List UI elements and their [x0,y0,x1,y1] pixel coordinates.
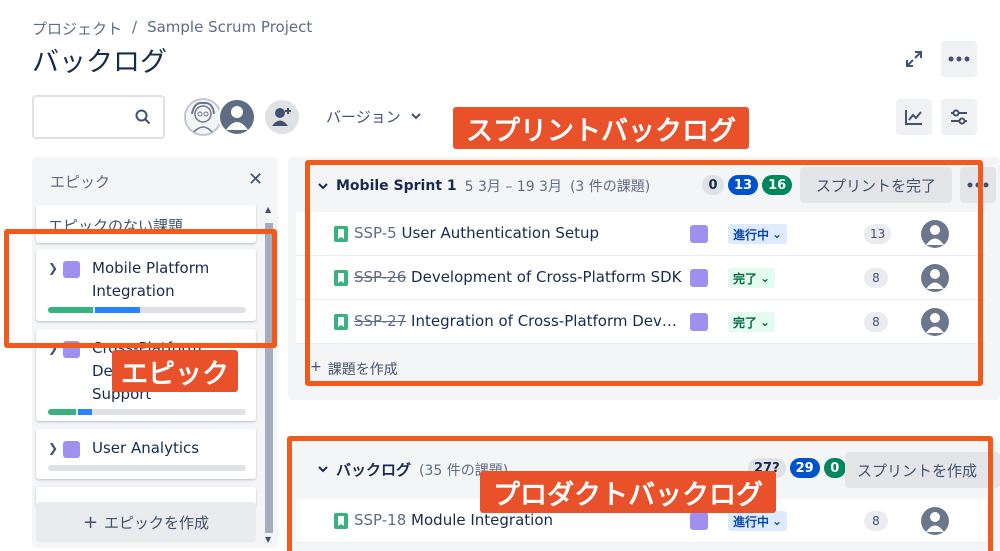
epic-name: User Analytics [92,439,200,457]
version-filter[interactable]: バージョン [326,106,421,127]
chevron-down-icon [410,113,421,120]
create-epic-label: エピックを作成 [104,513,210,532]
breadcrumb: プロジェクト / Sample Scrum Project [32,18,312,39]
search-input[interactable] [32,95,165,139]
add-person-icon [272,108,291,126]
expand-icon [906,51,922,67]
epic-panel-title: エピック [50,173,111,191]
sprint-backlog-annotation: スプリントバックログ [453,107,749,149]
chart-trend-icon [905,110,922,125]
epic-annotation: エピック [112,350,238,392]
product-backlog-annotation: プロダクトバックログ [480,471,776,513]
sprint-backlog-outline [305,160,983,386]
person-icon [226,106,248,130]
more-actions-button[interactable] [941,41,977,77]
avatar-user-illustration[interactable] [184,98,222,136]
epic-outline [4,229,277,348]
face-illustration-icon [191,101,215,133]
chevron-right-icon[interactable]: ❯ [48,441,58,455]
epic-card-user-analytics[interactable]: ❯ User Analytics [36,429,256,479]
sliders-icon [951,109,967,125]
version-filter-label: バージョン [326,108,401,126]
add-people-button[interactable] [265,100,299,134]
breadcrumb-project-link[interactable]: Sample Scrum Project [147,18,312,39]
plus-icon: + [82,511,99,533]
search-icon [135,109,151,125]
insights-button[interactable] [896,99,932,135]
more-icon [948,56,970,62]
avatar-default[interactable] [218,98,256,136]
scroll-down-icon[interactable]: ▼ [265,535,271,544]
page-title: バックログ [32,47,167,78]
epic-progress-bar [48,465,246,471]
close-icon[interactable]: ✕ [248,169,263,190]
view-settings-button[interactable] [941,99,977,135]
scroll-up-icon[interactable]: ▲ [265,205,271,214]
epic-progress-bar [48,409,246,415]
epic-color-square [63,441,80,458]
create-epic-button[interactable]: + エピックを作成 [36,502,256,542]
breadcrumb-separator: / [132,18,138,36]
breadcrumb-projects-link[interactable]: プロジェクト [32,18,122,39]
fullscreen-button[interactable] [896,41,932,77]
